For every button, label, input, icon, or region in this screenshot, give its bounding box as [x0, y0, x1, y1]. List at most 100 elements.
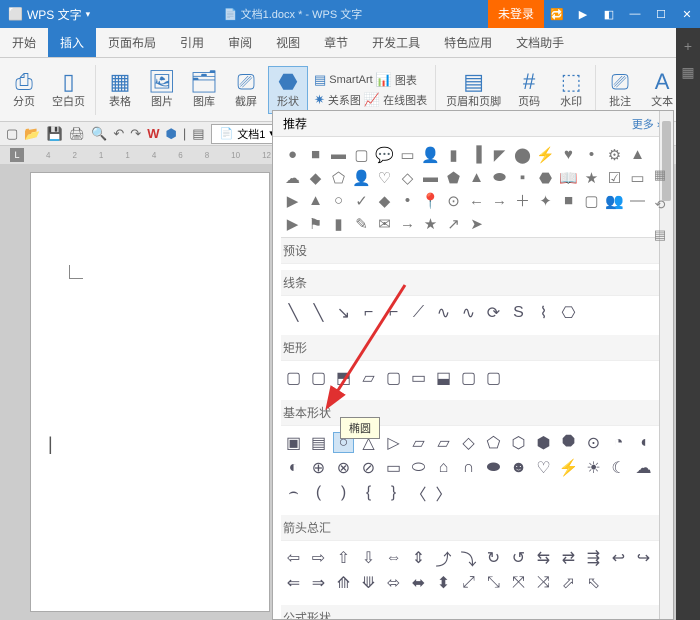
- diamond-icon[interactable]: ◇: [398, 168, 417, 187]
- a9-icon[interactable]: ↻: [483, 547, 504, 568]
- dot2-icon[interactable]: •: [398, 191, 417, 210]
- a19-icon[interactable]: ⟱: [358, 572, 379, 593]
- arrow4-icon[interactable]: ➤: [467, 214, 486, 233]
- star-icon[interactable]: ★: [582, 168, 601, 187]
- dot-icon[interactable]: •: [582, 145, 601, 164]
- b29-icon[interactable]: ☾: [608, 457, 629, 478]
- b7-icon[interactable]: ▱: [433, 432, 454, 453]
- b5-icon[interactable]: ▷: [383, 432, 404, 453]
- a2-icon[interactable]: ⇨: [308, 547, 329, 568]
- screenshot-button[interactable]: ⎚截屏: [226, 67, 266, 113]
- heart-icon[interactable]: ♥: [559, 145, 578, 164]
- line3-icon[interactable]: ↘: [333, 302, 354, 323]
- blank-page-button[interactable]: ▯空白页: [46, 67, 91, 113]
- dropdown-icon[interactable]: ▾: [86, 9, 91, 20]
- a1-icon[interactable]: ⇦: [283, 547, 304, 568]
- a11-icon[interactable]: ⇆: [533, 547, 554, 568]
- roundrect-icon[interactable]: ▢: [352, 145, 371, 164]
- wps-w-icon[interactable]: W: [147, 126, 159, 141]
- b16-icon[interactable]: ◐: [283, 457, 304, 478]
- person2-icon[interactable]: 👤: [352, 168, 371, 187]
- repeat-icon[interactable]: ▭: [398, 145, 417, 164]
- a16-icon[interactable]: ⇐: [283, 572, 304, 593]
- b31-icon[interactable]: ⌢: [283, 482, 304, 503]
- drop-icon[interactable]: ◆: [306, 168, 325, 187]
- line10-icon[interactable]: S: [508, 302, 529, 323]
- a25-icon[interactable]: ⤧: [508, 572, 529, 593]
- tab-special[interactable]: 特色应用: [432, 28, 504, 57]
- a17-icon[interactable]: ⇒: [308, 572, 329, 593]
- b23-icon[interactable]: ∩: [458, 457, 479, 478]
- r7-icon[interactable]: ⬓: [433, 367, 454, 388]
- play-icon[interactable]: ▶: [283, 214, 302, 233]
- b18-icon[interactable]: ⊗: [333, 457, 354, 478]
- sync-icon[interactable]: 🔁: [544, 0, 570, 28]
- heart2-icon[interactable]: ♡: [375, 168, 394, 187]
- qr-icon[interactable]: ▦: [681, 64, 694, 81]
- b33-icon[interactable]: ): [333, 482, 354, 503]
- b24-icon[interactable]: ⬬: [483, 457, 504, 478]
- line7-icon[interactable]: ∿: [433, 302, 454, 323]
- b13-icon[interactable]: ⊙: [583, 432, 604, 453]
- side-icon-3[interactable]: ▤: [654, 227, 666, 243]
- angle-icon[interactable]: ◤: [490, 145, 509, 164]
- circle3-icon[interactable]: ○: [329, 191, 348, 210]
- r4-icon[interactable]: ▱: [358, 367, 379, 388]
- a27-icon[interactable]: ⬀: [558, 572, 579, 593]
- smartart-button[interactable]: ▤SmartArt 📊图表: [310, 71, 431, 89]
- minimize-button[interactable]: —: [622, 0, 648, 28]
- r1-icon[interactable]: ▢: [283, 367, 304, 388]
- oval2-icon[interactable]: ⬬: [490, 168, 509, 187]
- b21-icon[interactable]: ⬭: [408, 457, 429, 478]
- a26-icon[interactable]: ⤨: [533, 572, 554, 593]
- relation-chart-button[interactable]: ✷关系图 📈在线图表: [310, 91, 431, 109]
- a5-icon[interactable]: ⇔: [383, 547, 404, 568]
- watermark-button[interactable]: ⬚水印: [551, 67, 591, 113]
- arrow-r-icon[interactable]: →: [490, 191, 509, 210]
- rect-icon[interactable]: ▬: [329, 145, 348, 164]
- line1-icon[interactable]: ╲: [283, 302, 304, 323]
- side-icon-1[interactable]: ▦: [654, 167, 666, 183]
- mail-icon[interactable]: ✉: [375, 214, 394, 233]
- picture-button[interactable]: 🖼图片: [142, 67, 182, 113]
- b27-icon[interactable]: ⚡: [558, 457, 579, 478]
- print-icon[interactable]: 🖨: [69, 126, 86, 142]
- ribbon-icon[interactable]: ▭: [628, 168, 647, 187]
- ruler-tab-button[interactable]: L: [10, 148, 24, 162]
- tab-page-layout[interactable]: 页面布局: [96, 28, 168, 57]
- b11-icon[interactable]: ⬢: [533, 432, 554, 453]
- preview-icon[interactable]: 🔍: [91, 126, 107, 142]
- a14-icon[interactable]: ↩: [608, 547, 629, 568]
- b2-icon[interactable]: ▤: [308, 432, 329, 453]
- tab-view[interactable]: 视图: [264, 28, 312, 57]
- a10-icon[interactable]: ↺: [508, 547, 529, 568]
- flag2-icon[interactable]: ⚑: [306, 214, 325, 233]
- shield-icon[interactable]: ▮: [329, 214, 348, 233]
- b8-icon[interactable]: ◇: [458, 432, 479, 453]
- a21-icon[interactable]: ⬌: [408, 572, 429, 593]
- save-icon[interactable]: 💾: [46, 126, 62, 142]
- a7-icon[interactable]: ⤴: [433, 547, 454, 568]
- b6-icon[interactable]: ▱: [408, 432, 429, 453]
- gear-icon[interactable]: ⚙: [605, 145, 624, 164]
- tab-doc-assistant[interactable]: 文档助手: [504, 28, 576, 57]
- line8-icon[interactable]: ∿: [458, 302, 479, 323]
- star2-icon[interactable]: ★: [421, 214, 440, 233]
- line-icon[interactable]: —: [628, 191, 647, 210]
- frame-icon[interactable]: ▢: [582, 191, 601, 210]
- b35-icon[interactable]: }: [383, 482, 404, 503]
- b10-icon[interactable]: ⬡: [508, 432, 529, 453]
- line2-icon[interactable]: ╲: [308, 302, 329, 323]
- login-button[interactable]: 未登录: [488, 0, 544, 28]
- a22-icon[interactable]: ⬍: [433, 572, 454, 593]
- tab-start[interactable]: 开始: [0, 28, 48, 57]
- lightning-icon[interactable]: ⚡: [536, 145, 555, 164]
- arrow2-icon[interactable]: →: [398, 214, 417, 233]
- callout-icon[interactable]: ▮: [444, 145, 463, 164]
- page-break-button[interactable]: ⎙分页: [4, 67, 44, 113]
- circle-icon[interactable]: ⬤: [513, 145, 532, 164]
- plus-icon[interactable]: ＋: [513, 191, 532, 210]
- b32-icon[interactable]: (: [308, 482, 329, 503]
- r8-icon[interactable]: ▢: [458, 367, 479, 388]
- comment-button[interactable]: ⎚批注: [600, 67, 640, 113]
